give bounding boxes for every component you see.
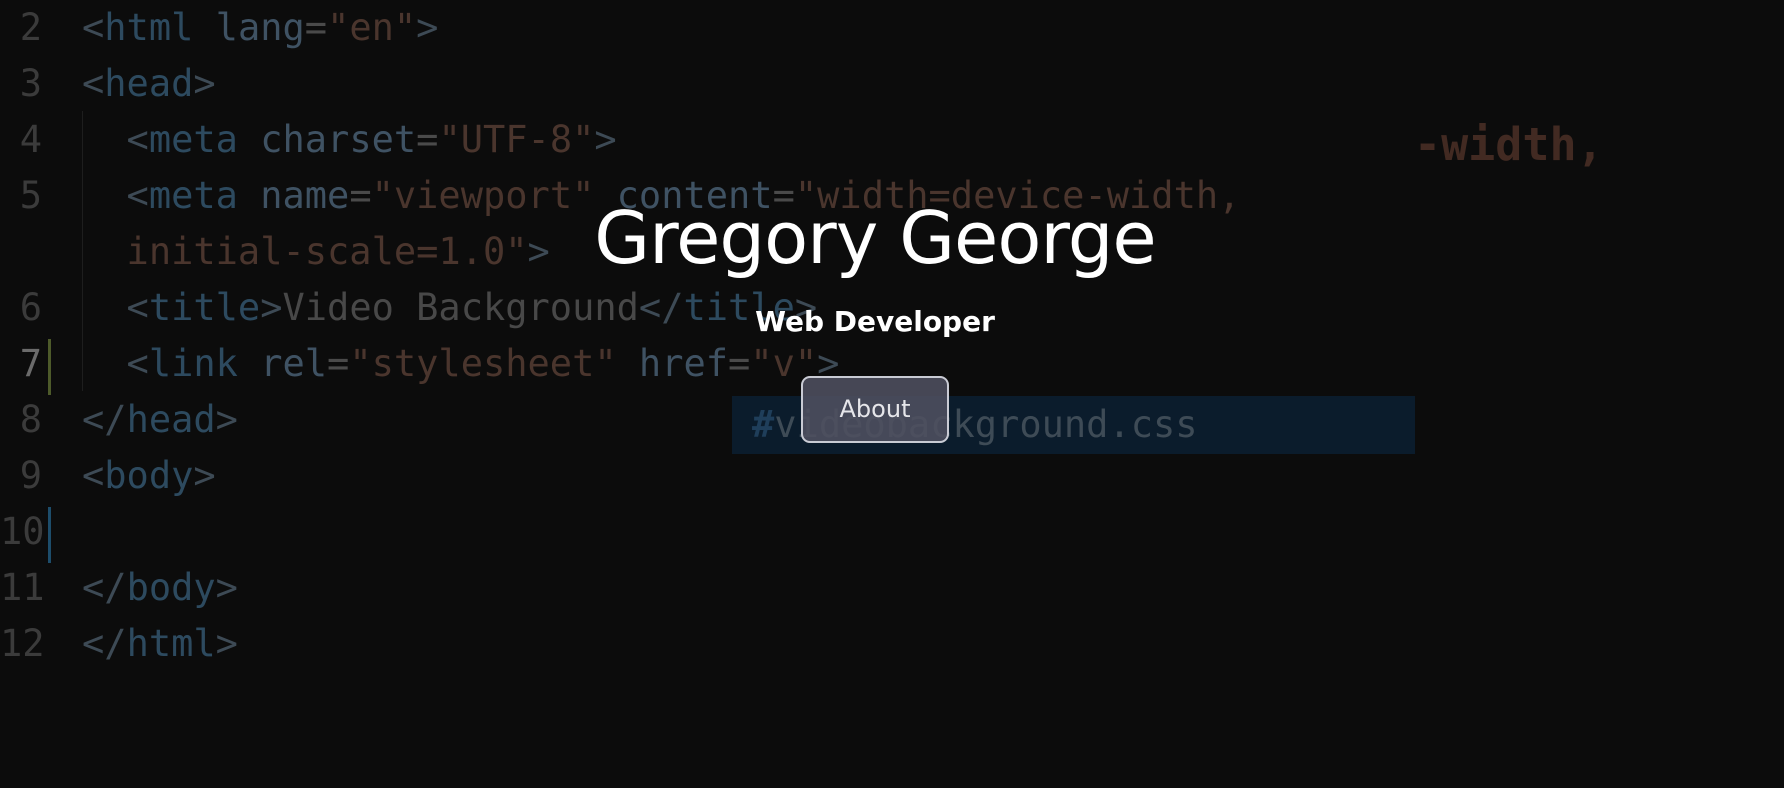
code-line: 12 </html>: [0, 616, 1784, 672]
suggestion-hash-icon: #: [752, 403, 775, 446]
code-text: <link rel="stylesheet" href="v">: [82, 342, 840, 385]
about-button[interactable]: About: [801, 376, 949, 443]
code-text: </head>: [82, 398, 238, 441]
code-text: <meta charset="UTF-8">: [82, 118, 617, 161]
code-line: 11 </body>: [0, 560, 1784, 616]
hero-role: Web Developer: [755, 305, 995, 338]
line-number: 9: [19, 454, 42, 497]
line-number: 4: [19, 118, 42, 161]
line-number: 10: [0, 510, 45, 553]
ghost-code-fragment: -width,: [1414, 118, 1604, 171]
line-number: 11: [0, 566, 45, 609]
code-text: </body>: [82, 566, 238, 609]
code-line: 10: [0, 504, 1784, 560]
hero-name: Gregory George: [594, 196, 1156, 280]
code-line: 9 <body>: [0, 448, 1784, 504]
line-number: 12: [0, 622, 45, 665]
code-text: <html lang="en">: [82, 6, 439, 49]
code-text: <body>: [82, 454, 216, 497]
line-number: 8: [19, 398, 42, 441]
line-number: 3: [19, 62, 42, 105]
line-number: 7: [19, 342, 42, 385]
code-line: 2 <html lang="en">: [0, 0, 1784, 56]
code-line: 3 <head>: [0, 56, 1784, 112]
code-text: </html>: [82, 622, 238, 665]
code-text: <head>: [82, 62, 216, 105]
line-number: 2: [19, 6, 42, 49]
hero-section: 2 <html lang="en"> 3 <head> 4 <meta charset=…: [0, 0, 1784, 788]
